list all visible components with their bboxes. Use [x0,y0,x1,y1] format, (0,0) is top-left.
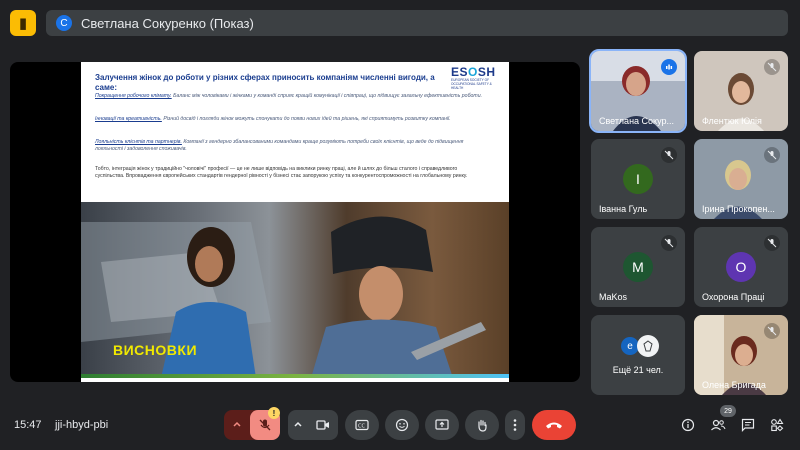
participant-name: Ірина Прокопен... [702,204,775,214]
info-icon [681,418,695,432]
shared-slide: Залучення жінок до роботи у різних сфера… [81,62,509,382]
more-options-button[interactable] [505,410,525,440]
emoji-icon [395,418,409,432]
slide-title: Залучення жінок до роботи у різних сфера… [95,73,435,92]
participant-tile[interactable]: Флентюк Юлія [694,51,788,131]
presenter-avatar: С [56,15,72,31]
bottom-control-bar: 15:47 jji-hbyd-pbi ! CC 29 [0,400,800,450]
participant-name: MaKos [599,292,628,302]
top-bar: ▮ С Светлана Сокуренко (Показ) [0,0,800,46]
meeting-clock: 15:47 [14,419,42,431]
emblem-icon [643,340,653,352]
speaking-indicator-icon [661,59,677,75]
mic-warning-badge: ! [268,407,280,419]
slide-color-stripe [81,374,509,378]
people-button[interactable] [709,416,727,434]
presenter-banner[interactable]: С Светлана Сокуренко (Показ) [46,10,788,36]
slide-photo: ВИСНОВКИ [81,202,509,378]
slide-paragraph: Інновації та креативність. Різний досвід… [95,116,451,122]
captions-icon: CC [355,419,369,431]
slide-paragraph: Покращення робочого клімату. Баланс між … [95,93,483,99]
participant-tile[interactable]: І Іванна Гуль [591,139,685,219]
activities-icon [771,418,784,432]
more-vert-icon [513,419,517,431]
present-screen-button[interactable] [425,410,459,440]
participant-name: Іванна Гуль [599,204,648,214]
participant-name: Флентюк Юлія [702,116,762,126]
mic-off-icon [764,59,780,75]
mic-off-icon [661,235,677,251]
participant-avatar: О [726,252,756,282]
hang-up-icon [546,422,562,429]
more-participants-tile[interactable]: e Ещё 21 чел. [591,315,685,395]
mic-off-icon [764,147,780,163]
participant-tile[interactable]: M MaKos [591,227,685,307]
app-logo-icon[interactable]: ▮ [10,10,36,36]
participant-name: Светлана Сокур... [599,116,674,126]
chat-icon [741,418,755,432]
participant-name: Олена Бригада [702,380,766,390]
presenter-banner-text: Светлана Сокуренко (Показ) [81,15,254,31]
presentation-stage: Залучення жінок до роботи у різних сфера… [10,62,580,382]
chat-button[interactable] [739,416,757,434]
meeting-details-button[interactable] [679,416,697,434]
participant-tile[interactable]: Ірина Прокопен... [694,139,788,219]
leave-call-button[interactable] [532,410,576,440]
esosh-logo-subtitle: EUROPEAN SOCIETY OF OCCUPATIONAL SAFETY … [451,78,492,90]
reactions-button[interactable] [385,410,419,440]
people-icon [711,419,726,431]
participant-tile[interactable]: Светлана Сокур... [589,49,687,133]
participant-tile[interactable]: Олена Бригада [694,315,788,395]
participant-name: Охорона Праці [702,292,765,302]
activities-button[interactable] [768,416,786,434]
present-icon [435,419,449,430]
camera-options-chevron-icon[interactable] [288,420,308,430]
more-participants-label: Ещё 21 чел. [612,365,664,375]
mic-off-icon [764,235,780,251]
participant-tile[interactable]: О Охорона Праці [694,227,788,307]
camera-control-group [288,410,338,440]
slide-paragraph: Лояльність клієнтів та партнерів. Компан… [95,139,464,152]
camera-toggle-button[interactable] [308,419,338,431]
raise-hand-button[interactable] [465,410,499,440]
captions-button[interactable]: CC [345,410,379,440]
mic-options-chevron-icon[interactable] [224,420,250,430]
camera-icon [316,420,329,430]
esosh-logo: ESOSH EUROPEAN SOCIETY OF OCCUPATIONAL S… [451,66,503,90]
meeting-code[interactable]: jji-hbyd-pbi [55,419,108,431]
svg-text:CC: CC [358,423,365,429]
mic-off-icon [661,147,677,163]
hand-icon [478,419,487,432]
mic-off-icon [259,419,271,431]
participant-avatar: І [623,164,653,194]
mic-off-icon [764,323,780,339]
participant-avatar: M [623,252,653,282]
slide-summary: Тобто, інтеграція жінок у традиційно "чо… [95,166,468,179]
slide-conclusion-label: ВИСНОВКИ [113,342,198,358]
participant-avatar-image [637,335,659,357]
